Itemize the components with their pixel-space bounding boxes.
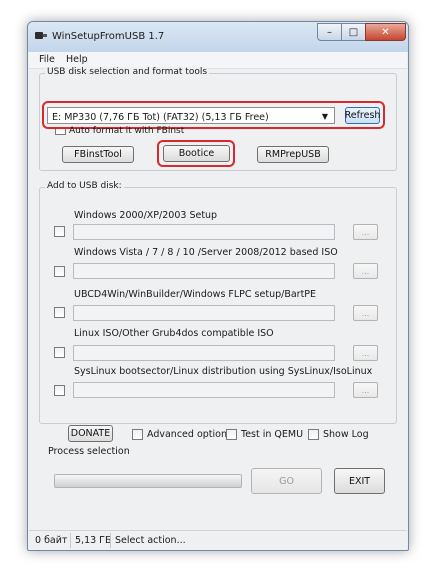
- exit-button[interactable]: EXIT: [334, 468, 385, 494]
- add-item-label: Linux ISO/Other Grub4dos compatible ISO: [74, 328, 274, 339]
- minimize-button[interactable]: –: [317, 23, 342, 41]
- menu-file[interactable]: File: [39, 54, 55, 65]
- test-qemu-label: Test in QEMU: [241, 429, 304, 440]
- client-area: USB disk selection and format tools E: M…: [29, 67, 407, 550]
- add-item-browse[interactable]: ...: [353, 382, 378, 398]
- minimize-icon: –: [327, 26, 332, 38]
- status-message: Select action...: [115, 535, 186, 546]
- show-log-label: Show Log: [323, 429, 369, 440]
- close-icon: ✕: [381, 26, 390, 38]
- app-window: WinSetupFromUSB 1.7 – □ ✕ File Help USB …: [27, 21, 409, 551]
- close-button[interactable]: ✕: [365, 23, 406, 41]
- add-item-browse[interactable]: ...: [353, 345, 378, 361]
- app-icon: [35, 31, 47, 40]
- bootice-button[interactable]: Bootice: [163, 145, 230, 162]
- usb-group-label: USB disk selection and format tools: [45, 67, 210, 77]
- add-item-path[interactable]: [73, 382, 335, 398]
- status-divider: [70, 533, 71, 548]
- window-title: WinSetupFromUSB 1.7: [52, 31, 165, 42]
- maximize-icon: □: [348, 26, 359, 38]
- auto-format-label: Auto format it with FBinst: [69, 126, 185, 134]
- auto-format-checkbox[interactable]: [55, 129, 66, 135]
- chevron-down-icon[interactable]: ▼: [322, 112, 328, 121]
- advanced-options-label: Advanced options: [147, 429, 232, 440]
- advanced-options-checkbox[interactable]: [132, 429, 143, 440]
- add-item-browse[interactable]: ...: [353, 224, 378, 240]
- go-button[interactable]: GO: [251, 468, 322, 494]
- add-item-label: SysLinux bootsector/Linux distribution u…: [74, 366, 373, 377]
- add-item-path[interactable]: [73, 224, 335, 240]
- test-qemu-checkbox[interactable]: [226, 429, 237, 440]
- rmprep-button[interactable]: RMPrepUSB: [257, 146, 329, 163]
- refresh-button[interactable]: Refresh: [345, 107, 380, 124]
- status-disk-free: 5,13 ГБ: [75, 535, 112, 546]
- add-item-path[interactable]: [73, 345, 335, 361]
- add-item-path[interactable]: [73, 305, 335, 321]
- process-label: Process selection: [48, 446, 130, 457]
- add-group-label: Add to USB disk:: [45, 181, 124, 191]
- show-log-checkbox[interactable]: [308, 429, 319, 440]
- add-item-checkbox[interactable]: [54, 307, 65, 318]
- add-item-checkbox[interactable]: [54, 266, 65, 277]
- add-item-label: Windows 2000/XP/2003 Setup: [74, 210, 218, 221]
- fbinst-button[interactable]: FBinstTool: [62, 146, 134, 163]
- menu-help[interactable]: Help: [66, 54, 88, 65]
- add-item-label: UBCD4Win/WinBuilder/Windows FLPC setup/B…: [74, 289, 317, 300]
- add-item-checkbox[interactable]: [54, 347, 65, 358]
- disk-select[interactable]: E: MP330 (7,76 ГБ Tot) (FAT32) (5,13 ГБ …: [47, 107, 335, 124]
- add-item-checkbox[interactable]: [54, 226, 65, 237]
- status-divider: [110, 533, 111, 548]
- maximize-button[interactable]: □: [341, 23, 366, 41]
- progress-fill: [55, 475, 241, 487]
- add-item-label: Windows Vista / 7 / 8 / 10 /Server 2008/…: [74, 247, 338, 258]
- add-item-checkbox[interactable]: [54, 385, 65, 396]
- add-item-browse[interactable]: ...: [353, 263, 378, 279]
- status-free-bytes: 0 байт: [35, 535, 68, 546]
- disk-select-value: E: MP330 (7,76 ГБ Tot) (FAT32) (5,13 ГБ …: [52, 112, 269, 123]
- donate-button[interactable]: DONATE: [68, 425, 113, 442]
- add-item-path[interactable]: [73, 263, 335, 279]
- add-item-browse[interactable]: ...: [353, 305, 378, 321]
- title-bar[interactable]: WinSetupFromUSB 1.7 – □ ✕: [28, 22, 408, 52]
- progress-bar: [54, 474, 242, 488]
- status-bar: 0 байт 5,13 ГБ Select action...: [29, 530, 407, 550]
